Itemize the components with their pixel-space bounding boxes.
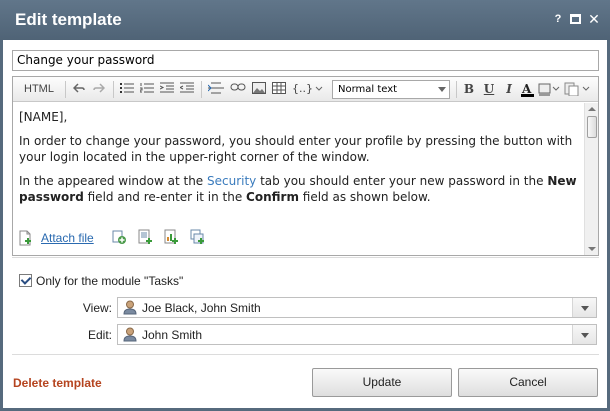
bold-text: Confirm xyxy=(246,190,299,204)
delete-template-link[interactable]: Delete template xyxy=(13,376,102,390)
edit-label: Edit: xyxy=(87,328,112,342)
undo-icon[interactable] xyxy=(71,81,87,98)
content-paragraph: In the appeared window at the Security t… xyxy=(19,173,578,205)
format-select-value: Normal text xyxy=(338,84,398,95)
dialog-body: Change your password HTML {..} Normal te… xyxy=(3,40,607,408)
font-color-icon[interactable]: A xyxy=(519,81,537,98)
link-icon[interactable] xyxy=(229,81,247,98)
dialog-title: Edit template xyxy=(15,10,122,29)
chevron-down-icon xyxy=(438,87,446,92)
content-paragraph: In order to change your password, you sh… xyxy=(19,134,573,164)
maximize-button[interactable] xyxy=(569,12,583,26)
scroll-up-icon[interactable] xyxy=(588,107,596,111)
scroll-down-icon[interactable] xyxy=(588,247,596,251)
add-linked-file-icon[interactable] xyxy=(189,229,205,245)
italic-icon[interactable]: I xyxy=(501,81,517,98)
title-bar: Edit template ? ✕ xyxy=(0,0,610,40)
divider xyxy=(12,257,599,258)
bold-icon[interactable]: B xyxy=(461,81,477,98)
divider xyxy=(12,354,599,355)
close-button[interactable]: ✕ xyxy=(587,12,601,26)
only-for-module-checkbox[interactable] xyxy=(19,274,32,287)
edit-template-dialog: Edit template ? ✕ Change your password H… xyxy=(0,0,610,411)
editor-scrollbar[interactable] xyxy=(584,103,598,255)
editor-content[interactable]: [NAME], In order to change your password… xyxy=(13,103,584,255)
rich-text-editor: HTML {..} Normal text B U I A [NAME], In… xyxy=(12,76,599,256)
view-select[interactable]: Joe Black, John Smith xyxy=(117,297,597,318)
edit-value: John Smith xyxy=(142,328,203,342)
text-run: tab you should enter your new password i… xyxy=(256,174,548,188)
svg-text:{..}: {..} xyxy=(292,82,313,94)
highlight-color-icon[interactable] xyxy=(537,81,561,98)
html-mode-button[interactable]: HTML xyxy=(19,81,59,98)
update-button[interactable]: Update xyxy=(312,368,452,397)
editor-toolbar: HTML {..} Normal text B U I A xyxy=(13,77,598,102)
help-button[interactable]: ? xyxy=(551,12,565,26)
subject-input[interactable]: Change your password xyxy=(12,50,599,71)
insert-line-icon[interactable] xyxy=(207,81,225,98)
paste-dropdown-icon[interactable] xyxy=(563,81,593,98)
indent-icon[interactable] xyxy=(159,81,175,98)
table-icon[interactable] xyxy=(271,81,287,98)
cancel-button[interactable]: Cancel xyxy=(458,368,598,397)
toolbar-separator xyxy=(113,81,114,98)
scroll-thumb[interactable] xyxy=(587,116,597,138)
svg-text:A: A xyxy=(521,82,532,96)
user-icon xyxy=(123,300,137,315)
view-value: Joe Black, John Smith xyxy=(142,301,261,315)
bullet-list-icon[interactable] xyxy=(119,81,135,98)
paragraph-format-select[interactable]: Normal text xyxy=(332,80,450,99)
add-text-file-icon[interactable] xyxy=(137,229,153,245)
chevron-down-icon[interactable] xyxy=(572,325,596,344)
toolbar-separator xyxy=(65,81,66,98)
security-link[interactable]: Security xyxy=(207,174,256,188)
chevron-down-icon[interactable] xyxy=(572,298,596,317)
content-greeting: [NAME], xyxy=(19,110,68,124)
add-document-icon[interactable] xyxy=(111,229,127,245)
underline-icon[interactable]: U xyxy=(481,81,497,98)
text-run: field as shown below. xyxy=(298,190,431,204)
view-label: View: xyxy=(82,301,112,315)
text-run: In the appeared window at the xyxy=(19,174,207,188)
user-icon xyxy=(123,327,137,342)
redo-icon[interactable] xyxy=(91,81,107,98)
image-icon[interactable] xyxy=(251,81,267,98)
toolbar-separator xyxy=(201,81,202,98)
attach-file-link[interactable]: Attach file xyxy=(41,231,94,245)
add-chart-file-icon[interactable] xyxy=(163,229,179,245)
toolbar-separator xyxy=(456,81,457,98)
text-run: field and re-enter it in the xyxy=(83,190,247,204)
edit-select[interactable]: John Smith xyxy=(117,324,597,345)
attach-file-icon[interactable] xyxy=(18,230,34,246)
outdent-icon[interactable] xyxy=(179,81,195,98)
code-dropdown-icon[interactable]: {..} xyxy=(291,81,325,98)
only-for-module-label: Only for the module "Tasks" xyxy=(36,274,184,288)
maximize-icon xyxy=(570,14,581,24)
numbered-list-icon[interactable] xyxy=(139,81,155,98)
